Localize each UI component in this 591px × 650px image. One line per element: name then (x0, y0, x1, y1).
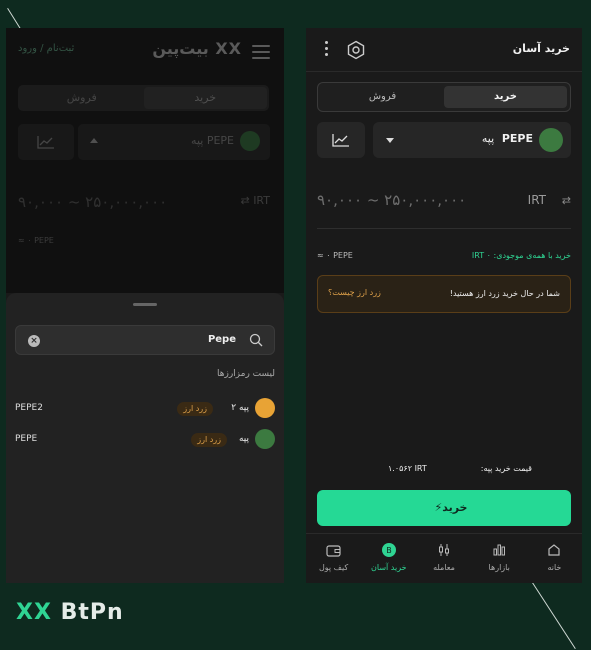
zard-badge: زرد ارز (177, 402, 213, 416)
nav-label: بازارها (488, 563, 510, 572)
tab-buy[interactable]: خرید (444, 86, 567, 108)
search-icon (249, 333, 263, 347)
more-icon[interactable] (325, 41, 329, 59)
coin-symbol: PEPE (501, 132, 533, 145)
clear-icon[interactable]: × (28, 335, 40, 347)
coin-symbol: PEPE2 (15, 403, 43, 413)
settings-hex-icon[interactable] (346, 40, 366, 60)
coin-name: پپه ۲ (231, 403, 249, 413)
price-value: ۱.۰۵۶۲ IRT (388, 464, 427, 473)
coin-selector[interactable]: PEPE پپه (373, 122, 571, 158)
search-query: Pepe (207, 334, 236, 345)
easy-buy-icon: B (381, 543, 396, 557)
left-phone-screen: XX بیت‌پین ثبت‌نام / ورود خرید فروش PEPE… (6, 28, 284, 583)
wallet-icon (326, 544, 341, 557)
tab-sell[interactable]: فروش (321, 86, 444, 108)
right-phone-screen: خرید آسان خرید فروش PEPE پپه ۹۰,۰۰۰ ~ ۲۵… (306, 28, 582, 583)
chevron-down-icon (386, 138, 394, 143)
nav-label: کیف پول (318, 563, 349, 572)
buy-button[interactable]: خرید⚡ (317, 490, 571, 526)
list-item[interactable]: PEPE2 پپه ۲ زرد ارز (15, 398, 275, 420)
svg-text:B: B (386, 546, 392, 555)
swap-icon[interactable]: ⇄ (562, 194, 571, 207)
nav-easy-buy[interactable]: B خرید آسان (361, 534, 416, 583)
nav-markets[interactable]: بازارها (472, 534, 527, 583)
sheet-handle[interactable] (133, 303, 157, 306)
pepe-avatar (539, 128, 563, 152)
nav-home[interactable]: خانه (527, 534, 582, 583)
balance-estimate: ≈ ۰ PEPE (317, 251, 353, 260)
nav-wallet[interactable]: کیف پول (306, 534, 361, 583)
home-icon (548, 544, 561, 556)
coin-label: PEPE پپه (482, 132, 533, 145)
brand-watermark: XX BtPn (16, 600, 124, 625)
list-item[interactable]: PEPE پپه زرد ارز (15, 429, 275, 451)
coin-name: پپه (238, 434, 249, 444)
price-label: قیمت خرید پپه: (480, 464, 532, 473)
nav-label: خرید آسان (371, 563, 407, 572)
buy-sell-tabs: خرید فروش (317, 82, 571, 112)
alert-message: شما در حال خرید زرد ارز هستید! (449, 289, 560, 298)
coin-search-sheet: × Pepe لیست رمزارزها PEPE2 پپه ۲ زرد ارز… (6, 293, 284, 583)
amount-range: ۹۰,۰۰۰ ~ ۲۵۰,۰۰۰,۰۰۰ (317, 191, 467, 209)
chart-button[interactable] (317, 122, 365, 158)
search-input[interactable]: × Pepe (15, 325, 275, 355)
what-is-zard-link[interactable]: زرد ارز چیست؟ (328, 288, 381, 297)
nav-label: خانه (547, 563, 562, 572)
nav-trade[interactable]: معامله (416, 534, 471, 583)
zard-badge: زرد ارز (191, 433, 227, 447)
brand-mark: XX (16, 600, 52, 625)
bottom-nav: خانه بازارها معامله B خرید آسان کیف پول (306, 533, 582, 583)
overlay-scrim[interactable] (6, 28, 284, 293)
candles-icon (439, 544, 449, 556)
input-underline (317, 228, 571, 229)
zard-warning-alert: شما در حال خرید زرد ارز هستید! زرد ارز چ… (317, 275, 571, 313)
coin-symbol: PEPE (15, 434, 38, 444)
buy-label: خرید (442, 501, 468, 514)
bars-icon (493, 544, 506, 556)
pepe-avatar (255, 429, 275, 449)
top-bar: خرید آسان (306, 28, 582, 72)
page-title: خرید آسان (512, 42, 570, 55)
nav-label: معامله (433, 563, 455, 572)
pepe2-avatar (255, 398, 275, 418)
brand-text: BtPn (60, 600, 124, 625)
chart-icon (332, 134, 349, 147)
currency-irt: IRT (527, 193, 546, 207)
list-title: لیست رمزارزها (217, 369, 275, 379)
buy-all-link[interactable]: خرید با همه‌ی موجودی: IRT ۰ (472, 251, 571, 260)
coin-name: پپه (481, 132, 495, 145)
